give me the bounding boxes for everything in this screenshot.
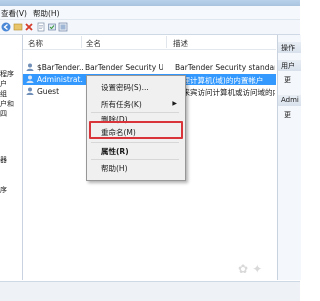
- menu-separator: [91, 142, 179, 143]
- menu-bar: 查看(V) 帮助(H): [0, 6, 300, 20]
- cell-description: 供来宾访问计算机或访问域的内...: [175, 88, 275, 97]
- menu-item-set-password[interactable]: 设置密码(S)...: [101, 82, 149, 93]
- menu-item-all-tasks[interactable]: 所有任务(K): [101, 99, 142, 110]
- cell-description: BarTender Security standard u...: [175, 63, 275, 72]
- user-icon: [26, 87, 34, 95]
- menu-item-help[interactable]: 帮助(H): [101, 163, 128, 174]
- action-pane-section-users[interactable]: 用户: [278, 60, 301, 71]
- column-header-full-name[interactable]: 全名: [86, 38, 101, 49]
- tree-item[interactable]: 组: [0, 89, 7, 99]
- tree-item[interactable]: 四: [0, 109, 7, 119]
- submenu-arrow-icon: ▶: [172, 100, 177, 107]
- status-bar: [0, 281, 300, 301]
- toolbar: [0, 20, 300, 35]
- action-pane-item[interactable]: 更: [284, 75, 291, 85]
- tree-item[interactable]: 户和: [0, 99, 14, 109]
- forward-arrow-icon[interactable]: [13, 22, 23, 32]
- menu-separator: [91, 159, 179, 160]
- console-icon[interactable]: [58, 22, 68, 32]
- document-icon[interactable]: [36, 22, 46, 32]
- table-row[interactable]: $BarTender... BarTender Security Us... B…: [23, 62, 276, 73]
- user-icon: [26, 75, 34, 83]
- action-pane-section-admin[interactable]: Admi: [278, 95, 301, 106]
- watermark-logo: ✿ ✦: [238, 262, 263, 276]
- tree-item[interactable]: 器: [0, 155, 7, 165]
- action-pane-item[interactable]: 更: [284, 110, 291, 120]
- close-icon[interactable]: [24, 22, 34, 32]
- column-divider: [166, 36, 167, 48]
- menu-item-rename[interactable]: 重命名(M): [101, 127, 136, 138]
- cell-name: $BarTender...: [37, 63, 83, 72]
- list-header: 名称 全名 描述: [23, 35, 276, 50]
- menu-view[interactable]: 查看(V): [1, 8, 27, 19]
- tree-item[interactable]: 户: [0, 79, 7, 89]
- cell-full-name: BarTender Security Us...: [85, 63, 163, 72]
- user-icon: [26, 63, 34, 71]
- tree-item[interactable]: 序: [0, 185, 7, 195]
- menu-help[interactable]: 帮助(H): [33, 8, 60, 19]
- cell-name: Administrat...: [37, 75, 83, 84]
- action-pane-header: 操作: [278, 42, 301, 53]
- context-menu: 设置密码(S)... 所有任务(K) ▶ 删除(D) 重命名(M) 属性(R) …: [86, 75, 186, 181]
- cell-description: 管理计算机(域)的内置帐户: [175, 76, 264, 85]
- menu-item-properties[interactable]: 属性(R): [101, 146, 129, 157]
- column-divider: [81, 36, 82, 48]
- back-arrow-icon[interactable]: [1, 22, 11, 32]
- tree-item[interactable]: 程序: [0, 69, 14, 79]
- folder-icon[interactable]: [47, 22, 57, 32]
- action-pane: 操作 用户 更 Admi 更: [277, 35, 301, 280]
- menu-separator: [91, 112, 179, 113]
- column-header-name[interactable]: 名称: [28, 38, 43, 49]
- cell-name: Guest: [37, 87, 60, 96]
- column-header-description[interactable]: 描述: [173, 38, 188, 49]
- navigation-tree: 程序 户 组 户和 四 器 序: [0, 35, 23, 280]
